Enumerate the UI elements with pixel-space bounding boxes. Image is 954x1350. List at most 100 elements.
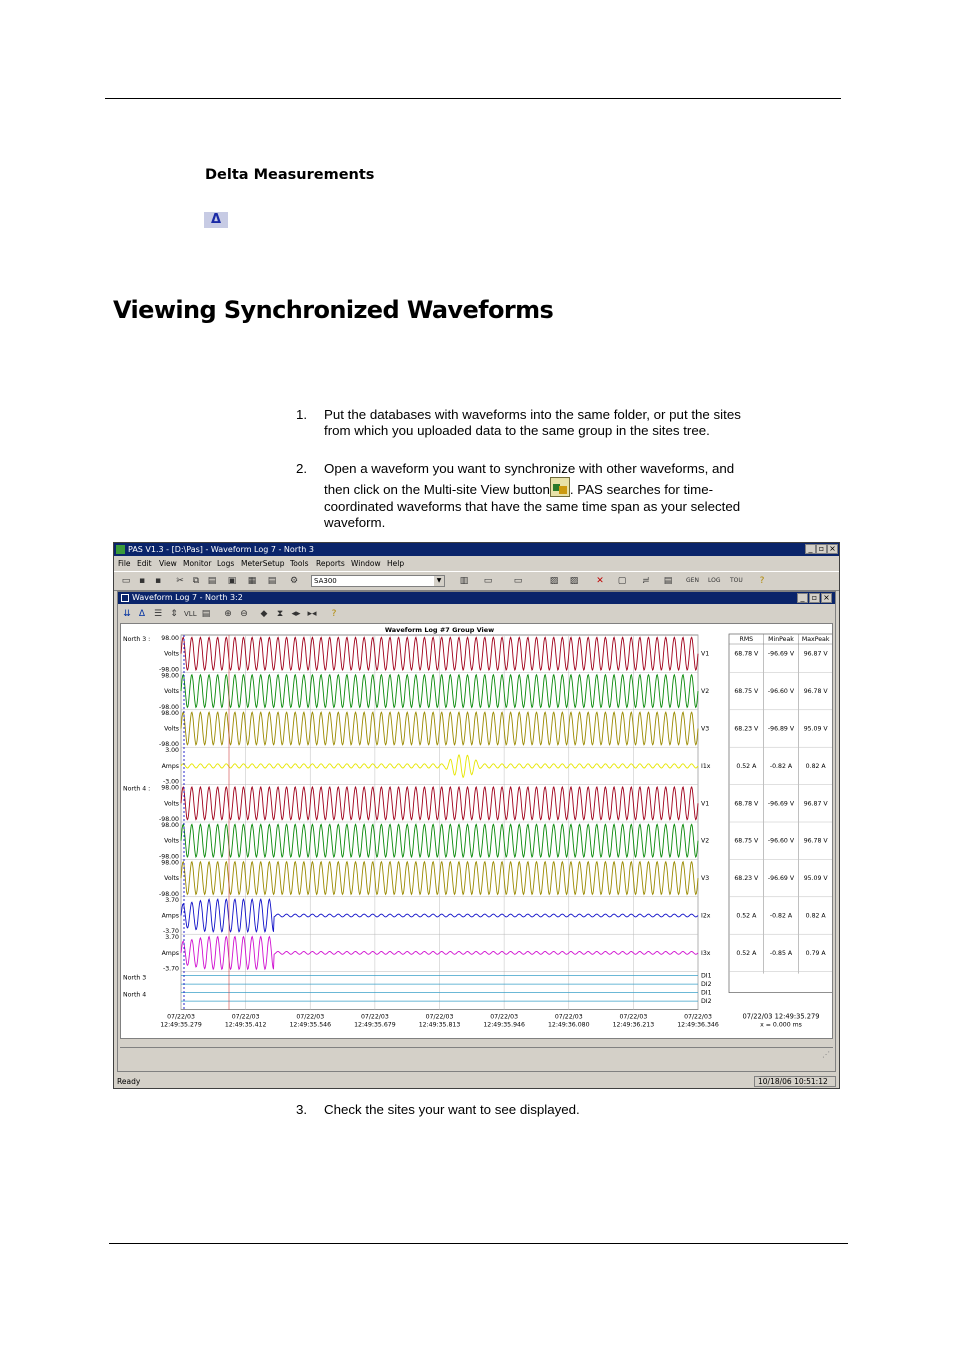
menu-view[interactable]: View (159, 557, 177, 570)
channel-label: I1x (701, 763, 711, 770)
digital-label: DI1 (701, 973, 712, 980)
x-tick-time: 12:49:35.412 (225, 1022, 267, 1029)
child-minimize-icon[interactable]: _ (797, 593, 808, 603)
horizontal-zoom-icon[interactable]: ◂▸ (290, 608, 302, 620)
y-max-label: 3.00 (165, 747, 179, 754)
waveform-plot-area[interactable]: Waveform Log #7 Group View 07/22/03 12:49:… (120, 623, 834, 1039)
vll-icon[interactable]: VLL (184, 608, 197, 620)
table-cell: 68.75 V (734, 838, 759, 845)
app-title: PAS V1.3 - [D:\Pas] - Waveform Log 7 - N… (128, 545, 314, 554)
y-max-label: 98.00 (161, 785, 179, 792)
x-tick-time: 12:49:35.946 (483, 1022, 525, 1029)
channel-label: I2x (701, 913, 711, 920)
table-cell: -96.69 V (768, 651, 795, 658)
table-cell: -0.85 A (770, 950, 793, 957)
channel-label: V2 (701, 688, 709, 695)
monitor-icon[interactable]: ▭ (482, 575, 494, 587)
y-unit-label: Volts (164, 651, 179, 658)
calendar-icon[interactable]: ▦ (246, 575, 258, 587)
child-close-icon[interactable]: × (821, 593, 832, 603)
vertical-fit-icon[interactable]: ⧗ (274, 608, 286, 620)
reset-icon[interactable]: ≓ (640, 575, 652, 587)
options-icon[interactable]: ▤ (200, 608, 212, 620)
horizontal-scrollbar[interactable]: ⋰ (120, 1047, 833, 1061)
child-title-bar: Waveform Log 7 - North 3:2 _ ▫ × (118, 592, 835, 604)
upload-icon[interactable]: ▭ (512, 575, 524, 587)
menu-tools[interactable]: Tools (290, 557, 308, 570)
menu-file[interactable]: File (118, 557, 131, 570)
zoom-in-icon[interactable]: ⊕ (222, 608, 234, 620)
menu-metersetup[interactable]: MeterSetup (241, 557, 285, 570)
stop-icon[interactable]: ▢ (616, 575, 628, 587)
x-tick-time: 12:49:36.213 (613, 1022, 655, 1029)
delete-icon[interactable]: ✕ (594, 575, 606, 587)
cursor-icon[interactable]: ⇊ (121, 608, 133, 620)
open-icon[interactable]: ▭ (120, 575, 132, 587)
save-icon[interactable]: ▪ (136, 575, 148, 587)
delta-tool-icon[interactable]: Δ (136, 608, 148, 620)
waveform-chart[interactable]: Waveform Log #7 Group View07/22/0312:49:… (121, 624, 834, 1038)
x-tick-date: 07/22/03 (555, 1014, 583, 1021)
list-icon[interactable]: ☰ (152, 608, 164, 620)
child-restore-icon[interactable]: ▫ (809, 593, 820, 603)
y-min-label: -3.70 (163, 966, 179, 973)
waveform-help-icon[interactable]: ? (328, 608, 340, 620)
paste-icon[interactable]: ▤ (206, 575, 218, 587)
help-icon[interactable]: ? (756, 575, 768, 587)
menu-monitor[interactable]: Monitor (183, 557, 212, 570)
waveform-icon[interactable]: ▨ (568, 575, 580, 587)
menu-window[interactable]: Window (351, 557, 381, 570)
chart-title: Waveform Log #7 Group View (385, 626, 494, 634)
menu-edit[interactable]: Edit (137, 557, 152, 570)
table-cell: 96.78 V (804, 838, 829, 845)
minimize-icon[interactable]: _ (805, 544, 816, 554)
properties-icon[interactable]: ▤ (266, 575, 278, 587)
y-unit-label: Amps (162, 913, 179, 920)
app-icon (116, 545, 125, 554)
horizontal-fit-icon[interactable]: ▸◂ (306, 608, 318, 620)
y-unit-label: Amps (162, 950, 179, 957)
x-tick-time: 12:49:36.346 (677, 1022, 719, 1029)
y-unit-label: Amps (162, 763, 179, 770)
restore-icon[interactable]: ▫ (816, 544, 827, 554)
menu-help[interactable]: Help (387, 557, 404, 570)
digital-group-label: North 3 (123, 975, 146, 982)
gen-icon[interactable]: GEN (686, 575, 699, 587)
site-combo[interactable]: SA300 ▼ (311, 575, 445, 587)
digital-label: DI2 (701, 981, 712, 988)
tou-icon[interactable]: TOU (730, 575, 743, 587)
channel-label: V1 (701, 651, 709, 658)
cut-icon[interactable]: ✂ (174, 575, 186, 587)
waveform-toolbar: ⇊ Δ ☰ ⇕ VLL ▤ ⊕ ⊖ ◆ ⧗ ◂▸ ▸◂ ? (118, 605, 835, 622)
menu-bar: File Edit View Monitor Logs MeterSetup T… (114, 557, 839, 570)
copy-icon[interactable]: ⧉ (190, 575, 202, 587)
print-icon[interactable]: ▣ (226, 575, 238, 587)
zoom-out-icon[interactable]: ⊖ (238, 608, 250, 620)
status-datetime: 10/18/06 10:51:12 (754, 1076, 836, 1087)
multi-site-view-icon (549, 477, 570, 498)
marker-icon[interactable]: ⇕ (168, 608, 180, 620)
x-tick-time: 12:49:36.080 (548, 1022, 590, 1029)
step-number: 1. (296, 407, 308, 422)
table-cell: 95.09 V (804, 875, 829, 882)
table-icon[interactable]: ▥ (458, 575, 470, 587)
table-cell: 0.52 A (736, 763, 757, 770)
close-icon[interactable]: × (827, 544, 838, 554)
child-icon (121, 594, 129, 602)
x-tick-time: 12:49:35.279 (160, 1022, 202, 1029)
save-all-icon[interactable]: ▪ (152, 575, 164, 587)
delta-icon[interactable]: Δ (204, 212, 228, 228)
step-number: 2. (296, 461, 308, 476)
vertical-zoom-icon[interactable]: ◆ (258, 608, 270, 620)
menu-logs[interactable]: Logs (217, 557, 234, 570)
log-icon[interactable]: LOG (708, 575, 721, 587)
table-cell: 0.52 A (736, 913, 757, 920)
menu-reports[interactable]: Reports (316, 557, 345, 570)
y-max-label: 3.70 (165, 897, 179, 904)
graph-icon[interactable]: ▨ (548, 575, 560, 587)
table-cell: -96.69 V (768, 800, 795, 807)
table-cell: -96.60 V (768, 838, 795, 845)
connect-icon[interactable]: ⚙ (288, 575, 300, 587)
export-icon[interactable]: ▤ (662, 575, 674, 587)
y-max-label: 98.00 (161, 635, 179, 642)
